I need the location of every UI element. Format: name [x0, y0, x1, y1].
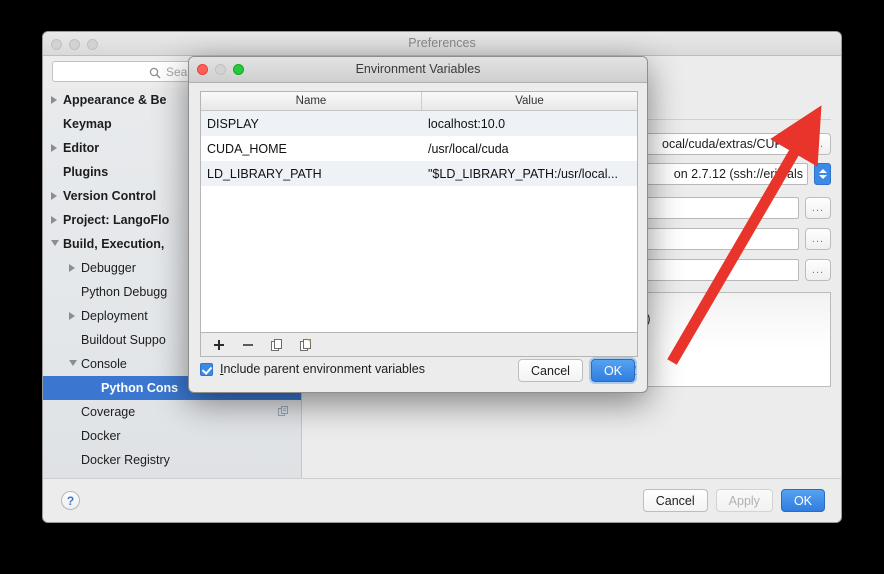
- stepper-down-icon[interactable]: [819, 175, 827, 179]
- sidebar-item-label: Python Debugg: [81, 285, 168, 299]
- chevron-right-icon[interactable]: [69, 312, 75, 320]
- chevron-right-icon[interactable]: [51, 192, 57, 200]
- dialog-cancel-button[interactable]: Cancel: [518, 359, 583, 382]
- chevron-right-icon[interactable]: [69, 264, 75, 272]
- sidebar-item-label: Plugins: [63, 165, 109, 179]
- paste-icon[interactable]: [298, 337, 313, 352]
- cancel-button[interactable]: Cancel: [642, 489, 708, 512]
- env-dialog-titlebar: Environment Variables: [189, 57, 647, 83]
- apply-button: Apply: [715, 489, 773, 512]
- sidebar-item-label: Editor: [63, 141, 100, 155]
- include-parent-label: Include parent environment variables: [220, 362, 425, 376]
- chevron-down-icon[interactable]: [69, 360, 77, 366]
- browse-path-1-button[interactable]: ...: [805, 228, 831, 250]
- cell-value: "$LD_LIBRARY_PATH:/usr/local...: [428, 166, 618, 181]
- sidebar-item-label: Appearance & Be: [63, 93, 167, 107]
- column-header-value[interactable]: Value: [422, 92, 637, 110]
- screenshot-root: Preferences Sear Appearance & Be Keymap …: [0, 0, 884, 574]
- search-icon: [149, 66, 161, 79]
- sidebar-item-label: Python Cons: [101, 381, 179, 395]
- browse-path-2-button[interactable]: ...: [805, 259, 831, 281]
- table-row[interactable]: LD_LIBRARY_PATH "$LD_LIBRARY_PATH:/usr/l…: [201, 161, 637, 186]
- chevron-right-icon[interactable]: [51, 144, 57, 152]
- env-dialog-footer: Cancel OK: [518, 359, 635, 382]
- cell-name: DISPLAY: [207, 116, 259, 131]
- ok-button[interactable]: OK: [780, 489, 825, 512]
- column-header-name[interactable]: Name: [201, 92, 422, 110]
- sidebar-item-label: Buildout Suppo: [81, 333, 166, 347]
- sidebar-item-label: Coverage: [81, 405, 136, 419]
- environment-variables-table[interactable]: Name Value DISPLAY localhost:10.0 CUDA_H…: [200, 91, 638, 333]
- sidebar-item-label: Deployment: [81, 309, 148, 323]
- chevron-right-icon[interactable]: [51, 96, 57, 104]
- sidebar-item-coverage[interactable]: Coverage: [43, 400, 301, 424]
- sidebar-item-label: Docker Registry: [81, 453, 170, 467]
- sidebar-item-docker-registry[interactable]: Docker Registry: [43, 448, 301, 472]
- sidebar-item-label: Keymap: [63, 117, 112, 131]
- table-row[interactable]: CUDA_HOME /usr/local/cuda: [201, 136, 637, 161]
- sidebar-item-label: Project: LangoFlo: [63, 213, 170, 227]
- sidebar-item-label: Console: [81, 357, 127, 371]
- chevron-down-icon[interactable]: [51, 240, 59, 246]
- include-parent-checkbox[interactable]: [200, 362, 213, 376]
- preferences-titlebar: Preferences: [43, 32, 841, 56]
- copy-icon[interactable]: [269, 337, 284, 352]
- cell-value: localhost:10.0: [428, 116, 506, 131]
- sidebar-item-label: Build, Execution,: [63, 237, 165, 251]
- stepper-up-icon[interactable]: [819, 169, 827, 173]
- include-parent-text: nclude parent environment variables: [223, 362, 425, 376]
- browse-working-dir-button[interactable]: ...: [805, 197, 831, 219]
- sidebar-item-label: Version Control: [63, 189, 157, 203]
- preferences-footer-buttons: Cancel Apply OK: [642, 489, 825, 512]
- sidebar-item-docker[interactable]: Docker: [43, 424, 301, 448]
- help-button[interactable]: ?: [61, 491, 80, 510]
- remove-variable-button[interactable]: [240, 337, 255, 352]
- interpreter-stepper[interactable]: [814, 163, 831, 185]
- add-variable-button[interactable]: [211, 337, 226, 352]
- cell-name: CUDA_HOME: [207, 141, 287, 156]
- environment-variables-dialog: Environment Variables Name Value DISPLAY…: [188, 56, 648, 393]
- cell-value: /usr/local/cuda: [428, 141, 509, 156]
- cell-name: LD_LIBRARY_PATH: [207, 166, 322, 181]
- table-header-row: Name Value: [201, 92, 637, 111]
- browse-env-button[interactable]: ...: [805, 133, 831, 155]
- sidebar-item-label: Docker: [81, 429, 121, 443]
- copy-settings-icon[interactable]: [278, 406, 289, 417]
- dialog-ok-button[interactable]: OK: [590, 359, 635, 382]
- table-row[interactable]: DISPLAY localhost:10.0: [201, 111, 637, 136]
- sidebar-item-label: Debugger: [81, 261, 136, 275]
- preferences-title: Preferences: [408, 36, 476, 50]
- chevron-right-icon[interactable]: [51, 216, 57, 224]
- preferences-footer: ? Cancel Apply OK: [43, 478, 841, 522]
- env-dialog-title: Environment Variables: [355, 62, 481, 76]
- env-table-toolbar: [200, 333, 638, 357]
